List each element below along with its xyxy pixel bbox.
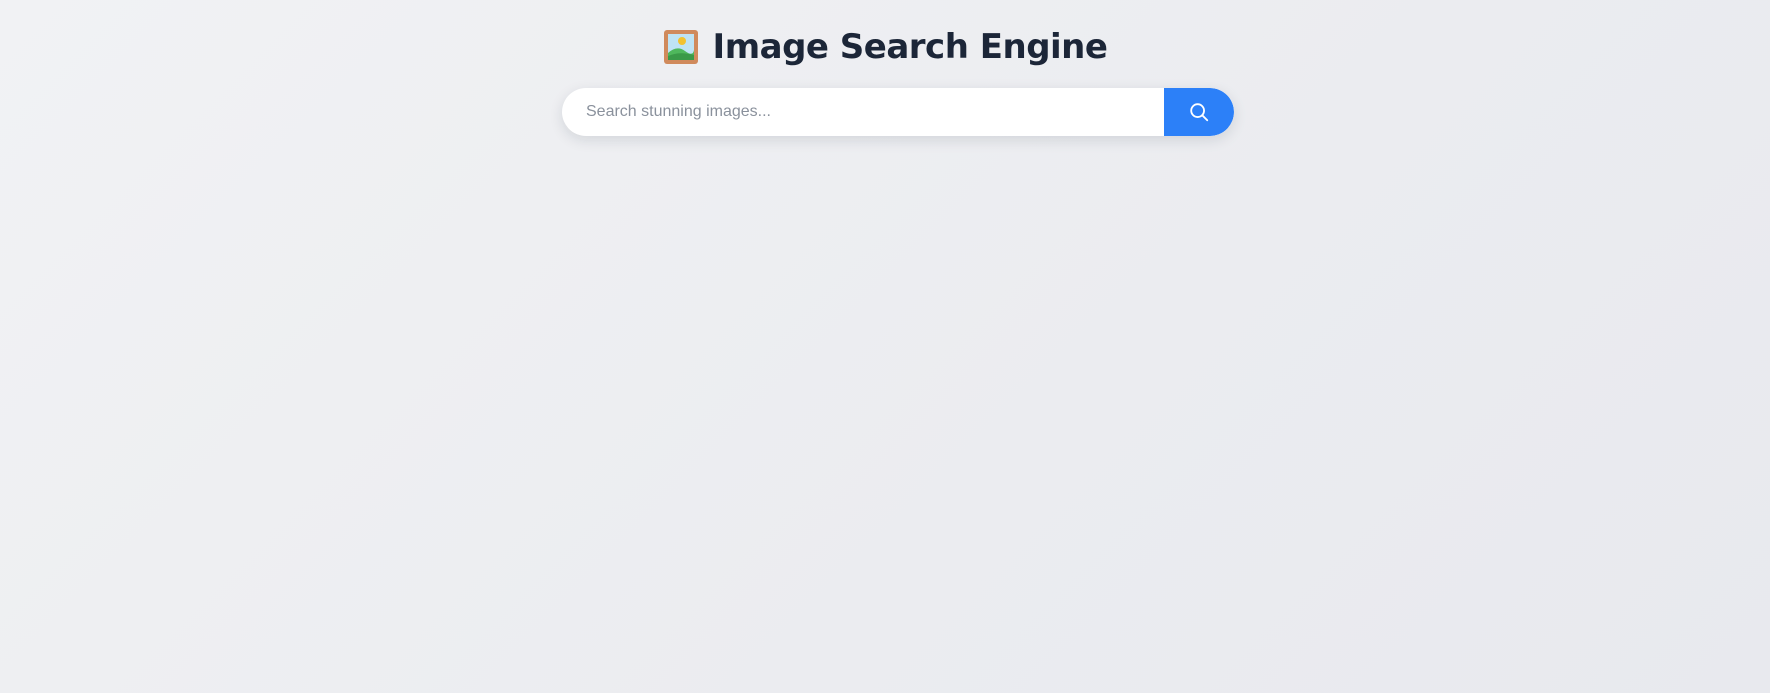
search-button[interactable] bbox=[1164, 88, 1234, 136]
search-input[interactable] bbox=[562, 88, 1164, 136]
search-bar bbox=[562, 88, 1234, 136]
framed-picture-icon bbox=[663, 30, 698, 64]
header: Image Search Engine bbox=[0, 24, 1770, 70]
search-icon bbox=[1190, 103, 1209, 122]
title-wrap: Image Search Engine bbox=[663, 24, 1108, 70]
page-title: Image Search Engine bbox=[712, 27, 1108, 67]
